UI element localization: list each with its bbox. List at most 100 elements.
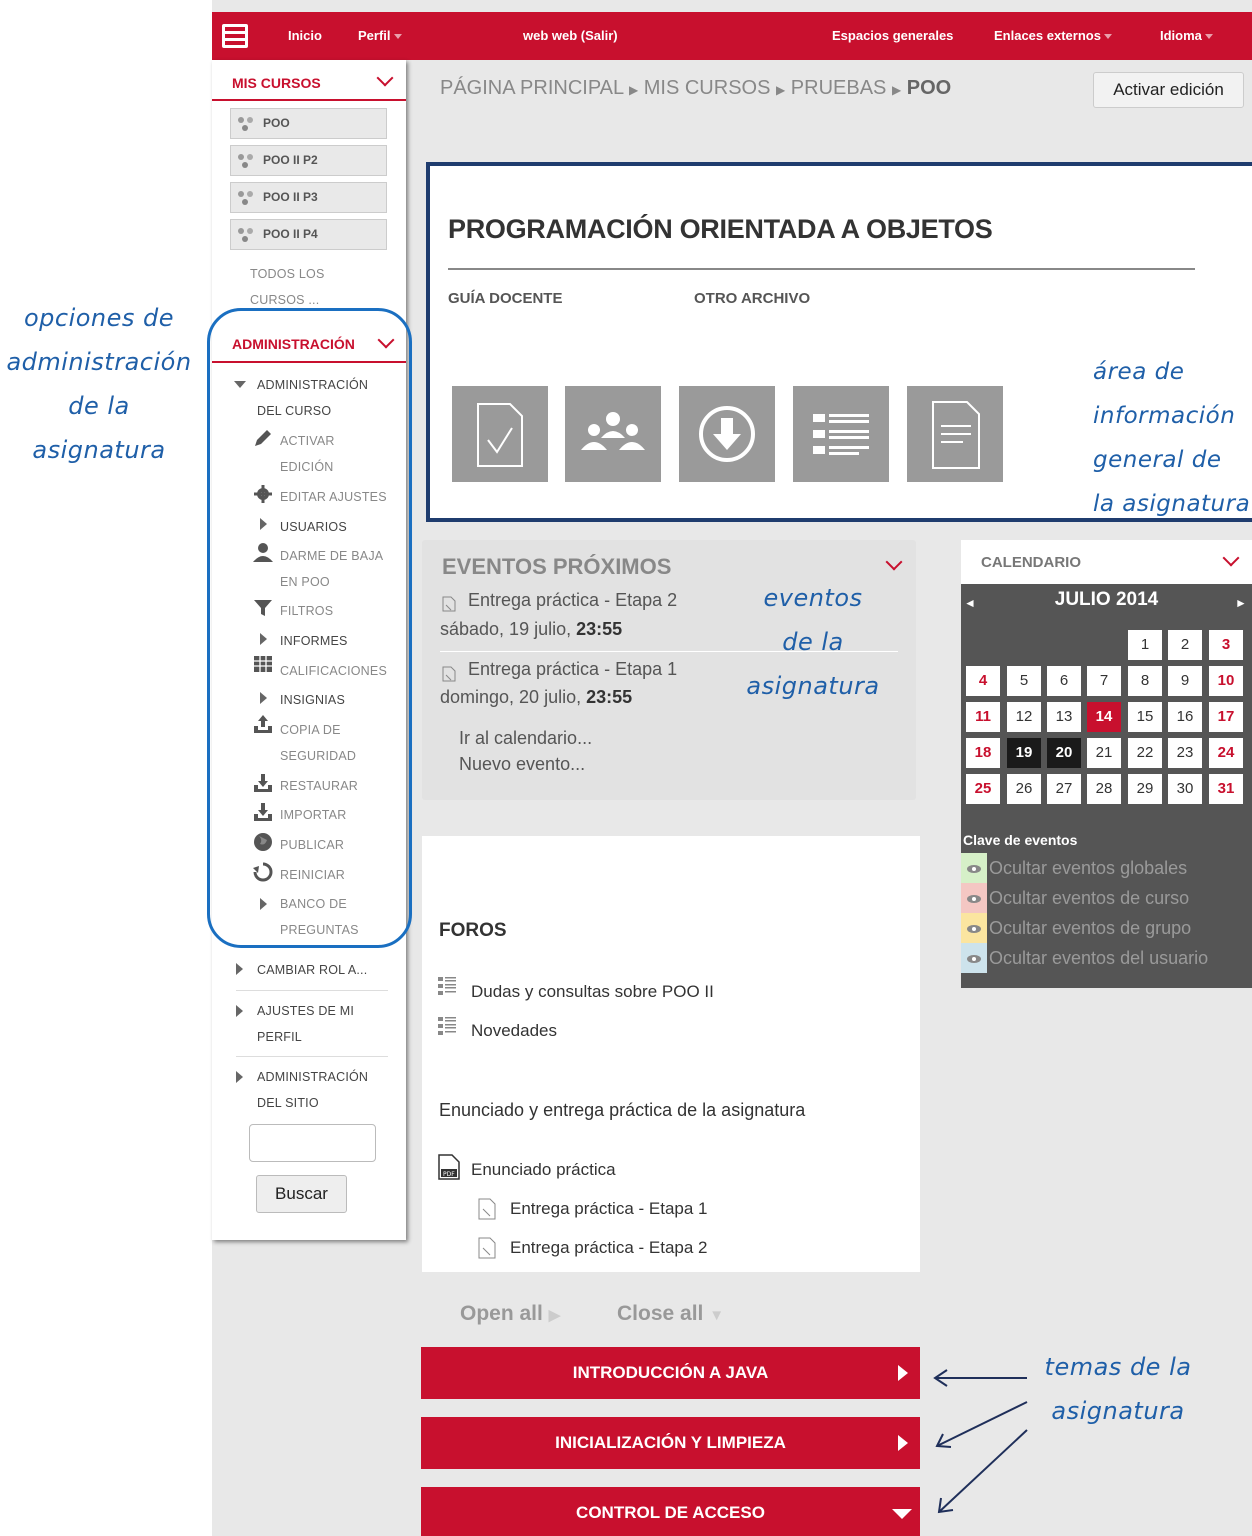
breadcrumb-item[interactable]: MIS CURSOS [644,77,771,99]
annotation-line: de la [68,392,130,420]
calendar-day[interactable]: 18 [966,738,1000,768]
calendar-day[interactable]: 14 [1087,702,1121,732]
annotation-line: eventos [763,584,863,612]
assignment-link[interactable]: Entrega práctica - Etapa 1 [510,1199,708,1219]
calendar-day[interactable]: 11 [966,702,1000,732]
annotation-line: asignatura [746,672,880,700]
course-item-poo[interactable]: POO [230,108,387,139]
breadcrumb-item[interactable]: PRUEBAS [791,77,887,99]
chevron-down-icon[interactable] [1222,549,1240,567]
admin-search-input[interactable] [249,1124,376,1162]
close-all-button[interactable]: Close all ▼ [617,1302,724,1326]
calendar-day[interactable]: 8 [1128,666,1162,696]
assignment-icon[interactable] [452,386,548,482]
calendar-day[interactable]: 29 [1128,774,1162,804]
breadcrumb-separator-icon: ▶ [891,83,902,97]
calendar-day[interactable]: 6 [1047,666,1081,696]
topic-control-acceso[interactable]: CONTROL DE ACCESO [421,1487,920,1536]
calendar-day[interactable]: 31 [1209,774,1243,804]
topic-inicializacion[interactable]: INICIALIZACIÓN Y LIMPIEZA [421,1417,920,1469]
calendar-day[interactable]: 23 [1168,738,1202,768]
close-all-label: Close all [617,1302,704,1325]
key-curso[interactable]: Ocultar eventos de curso [961,883,1252,913]
forum-link[interactable]: Novedades [471,1021,557,1041]
calendar-day[interactable]: 3 [1209,630,1243,660]
cambiar-rol-node[interactable]: CAMBIAR ROL A... [257,957,367,983]
calendar-day[interactable]: 21 [1087,738,1121,768]
event-link[interactable]: Entrega práctica - Etapa 2 [468,590,677,611]
calendar-day[interactable]: 24 [1209,738,1243,768]
chevron-down-icon [1204,34,1213,40]
calendar-day[interactable]: 26 [1007,774,1041,804]
hamburger-menu-icon[interactable] [222,24,248,48]
nav-inicio[interactable]: Inicio [288,12,322,60]
calendar-day[interactable]: 19 [1007,738,1041,768]
chevron-down-icon[interactable] [376,69,394,87]
calendar-day[interactable]: 5 [1007,666,1041,696]
list-icon[interactable] [793,386,889,482]
link-line: CURSOS ... [250,293,320,307]
calendar-day[interactable]: 2 [1168,630,1202,660]
otro-archivo-link[interactable]: OTRO ARCHIVO [694,290,810,307]
node-line: ADMINISTRACIÓN [257,1070,369,1084]
events-title: EVENTOS PRÓXIMOS [442,554,672,579]
breadcrumb-item[interactable]: PÁGINA PRINCIPAL [440,77,623,99]
nav-idioma[interactable]: Idioma [1160,12,1213,60]
topic-label: INICIALIZACIÓN Y LIMPIEZA [555,1433,786,1452]
course-item-poo-ii-p2[interactable]: POO II P2 [230,145,387,176]
calendar-day[interactable]: 28 [1087,774,1121,804]
calendar-day[interactable]: 22 [1128,738,1162,768]
users-icon[interactable] [565,386,661,482]
topic-introduccion-java[interactable]: INTRODUCCIÓN A JAVA [421,1347,920,1399]
pdf-link[interactable]: Enunciado práctica [471,1160,616,1180]
nav-user-logout[interactable]: web web (Salir) [523,12,618,60]
course-item-poo-ii-p3[interactable]: POO II P3 [230,182,387,213]
calendar-day[interactable]: 10 [1209,666,1243,696]
ir-al-calendario-link[interactable]: Ir al calendario... [459,728,592,749]
calendar-day[interactable]: 16 [1168,702,1202,732]
document-icon[interactable] [907,386,1003,482]
link-line: TODOS LOS [250,267,325,281]
nuevo-evento-link[interactable]: Nuevo evento... [459,754,585,775]
chevron-down-icon [1103,34,1112,40]
open-all-button[interactable]: Open all ▶ [460,1302,560,1326]
buscar-button[interactable]: Buscar [256,1175,347,1213]
nav-enlaces[interactable]: Enlaces externos [994,12,1112,60]
mis-cursos-header[interactable]: MIS CURSOS [232,75,321,91]
forum-link[interactable]: Dudas y consultas sobre POO II [471,982,714,1002]
calendar-day[interactable]: 30 [1168,774,1202,804]
topic-label: INTRODUCCIÓN A JAVA [572,1363,769,1382]
key-global[interactable]: Ocultar eventos globales [961,853,1252,883]
event-link[interactable]: Entrega práctica - Etapa 1 [468,659,677,680]
download-icon[interactable] [679,386,775,482]
nav-espacios[interactable]: Espacios generales [832,12,953,60]
key-grupo[interactable]: Ocultar eventos de grupo [961,913,1252,943]
chevron-down-icon[interactable] [885,553,903,571]
node-line: AJUSTES DE MI [257,1004,355,1018]
calendar-day[interactable]: 17 [1209,702,1243,732]
assignment-link[interactable]: Entrega práctica - Etapa 2 [510,1238,708,1258]
calendar-day[interactable]: 4 [966,666,1000,696]
calendar-day[interactable]: 9 [1168,666,1202,696]
admin-sitio-node[interactable]: ADMINISTRACIÓN DEL SITIO [257,1064,368,1116]
calendar-day[interactable]: 13 [1047,702,1081,732]
ajustes-perfil-node[interactable]: AJUSTES DE MI PERFIL [257,998,354,1050]
annotation-events: eventos de la asignatura [740,576,886,708]
course-item-poo-ii-p4[interactable]: POO II P4 [230,219,387,250]
calendar-day[interactable]: 1 [1128,630,1162,660]
guia-docente-link[interactable]: GUÍA DOCENTE [448,290,562,307]
calendar-day[interactable]: 25 [966,774,1000,804]
next-month-icon[interactable]: ► [1235,596,1247,610]
chevron-right-icon [898,1365,908,1381]
activar-edicion-button[interactable]: Activar edición [1093,72,1244,108]
calendar-day[interactable]: 7 [1087,666,1121,696]
event-date-text: sábado, 19 julio, [440,619,577,639]
todos-los-cursos-link[interactable]: TODOS LOS CURSOS ... [250,261,325,313]
calendar-day[interactable]: 27 [1047,774,1081,804]
calendar-day[interactable]: 12 [1007,702,1041,732]
nav-perfil[interactable]: Perfil [358,12,402,60]
calendar-day[interactable]: 20 [1047,738,1081,768]
calendar-day[interactable]: 15 [1128,702,1162,732]
event-date: domingo, 20 julio, 23:55 [440,687,632,708]
key-usuario[interactable]: Ocultar eventos del usuario [961,943,1252,973]
